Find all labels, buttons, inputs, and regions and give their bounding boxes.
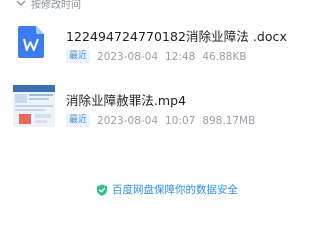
- word-doc-icon: [18, 26, 44, 58]
- file-name: 消除业障赦罪法.mp4: [66, 93, 187, 108]
- shield-icon: [97, 184, 107, 196]
- sort-header[interactable]: 按修改时间: [16, 0, 81, 11]
- file-meta: 最近 2023-08-04 12:48 46.88KB: [66, 50, 246, 63]
- sort-label: 按修改时间: [31, 0, 81, 11]
- security-text: 百度网盘保障你的数据安全: [112, 184, 238, 196]
- file-name: 122494724770182消除业障法 .docx: [66, 29, 287, 44]
- file-time: 10:07: [165, 114, 196, 127]
- file-time: 12:48: [165, 50, 196, 63]
- video-thumbnail: [13, 85, 55, 127]
- file-row[interactable]: 消除业障赦罪法.mp4 最近 2023-08-04 10:07 898.17MB: [0, 82, 300, 132]
- chevron-down-icon: [16, 0, 26, 6]
- file-date: 2023-08-04: [97, 50, 159, 63]
- file-row[interactable]: 122494724770182消除业障法 .docx 最近 2023-08-04…: [0, 18, 300, 68]
- file-meta: 最近 2023-08-04 10:07 898.17MB: [66, 114, 255, 127]
- file-size: 46.88KB: [202, 50, 247, 63]
- recent-badge: 最近: [66, 114, 91, 127]
- file-size: 898.17MB: [202, 114, 256, 127]
- file-date: 2023-08-04: [97, 114, 159, 127]
- recent-badge: 最近: [66, 50, 91, 63]
- security-footer: 百度网盘保障你的数据安全: [0, 180, 300, 200]
